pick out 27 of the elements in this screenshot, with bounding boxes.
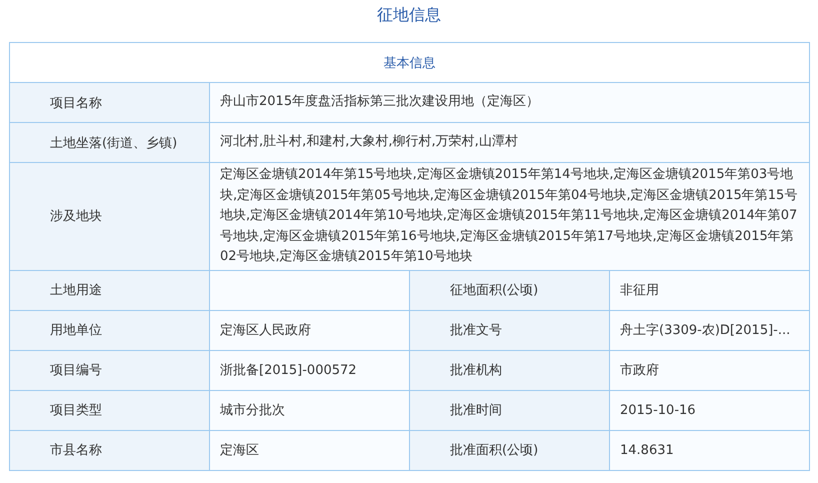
field-value: 城市分批次 <box>210 390 410 430</box>
field-label: 土地坐落(街道、乡镇) <box>10 123 210 163</box>
field-label: 项目名称 <box>10 83 210 123</box>
field-value: 定海区人民政府 <box>210 310 410 350</box>
field-value: 非征用 <box>610 270 810 310</box>
field-label: 土地用途 <box>10 270 210 310</box>
field-label: 批准机构 <box>410 350 610 390</box>
field-value: 舟土字(3309-农)D[2015]-... <box>610 310 810 350</box>
section-title: 基本信息 <box>10 43 810 83</box>
field-label: 用地单位 <box>10 310 210 350</box>
field-label: 涉及地块 <box>10 163 210 270</box>
field-value: 14.8631 <box>610 430 810 470</box>
page-title: 征地信息 <box>376 4 442 26</box>
field-label: 项目类型 <box>10 390 210 430</box>
field-value: 定海区金塘镇2014年第15号地块,定海区金塘镇2015年第14号地块,定海区金塘镇2015年第03号地块,定海区金塘镇2015年第05号地块,定海区金塘镇2015年第04号地块,定海区金塘镇2015年第15号地块,定海区金塘镇2014年第10号地块,定海区金塘镇2015年第11号地块,定海区金塘镇2014年第07号地块,定海区金塘镇2015年第16号地块,定海区金塘镇2015年第17号地块,定海区金塘镇2015年第02号地块,定海区金塘镇2015年第10号地块 <box>210 163 810 270</box>
field-value: 舟山市2015年度盘活指标第三批次建设用地（定海区） <box>210 83 810 123</box>
field-value: 市政府 <box>610 350 810 390</box>
field-value: 定海区 <box>210 430 410 470</box>
field-label: 市县名称 <box>10 430 210 470</box>
field-value: 2015-10-16 <box>610 390 810 430</box>
field-label: 批准时间 <box>410 390 610 430</box>
field-label: 征地面积(公顷) <box>410 270 610 310</box>
field-label: 批准面积(公顷) <box>410 430 610 470</box>
field-label: 批准文号 <box>410 310 610 350</box>
field-label: 项目编号 <box>10 350 210 390</box>
field-value: 河北村,肚斗村,和建村,大象村,柳行村,万荣村,山潭村 <box>210 123 810 163</box>
field-value: 浙批备[2015]-000572 <box>210 350 410 390</box>
